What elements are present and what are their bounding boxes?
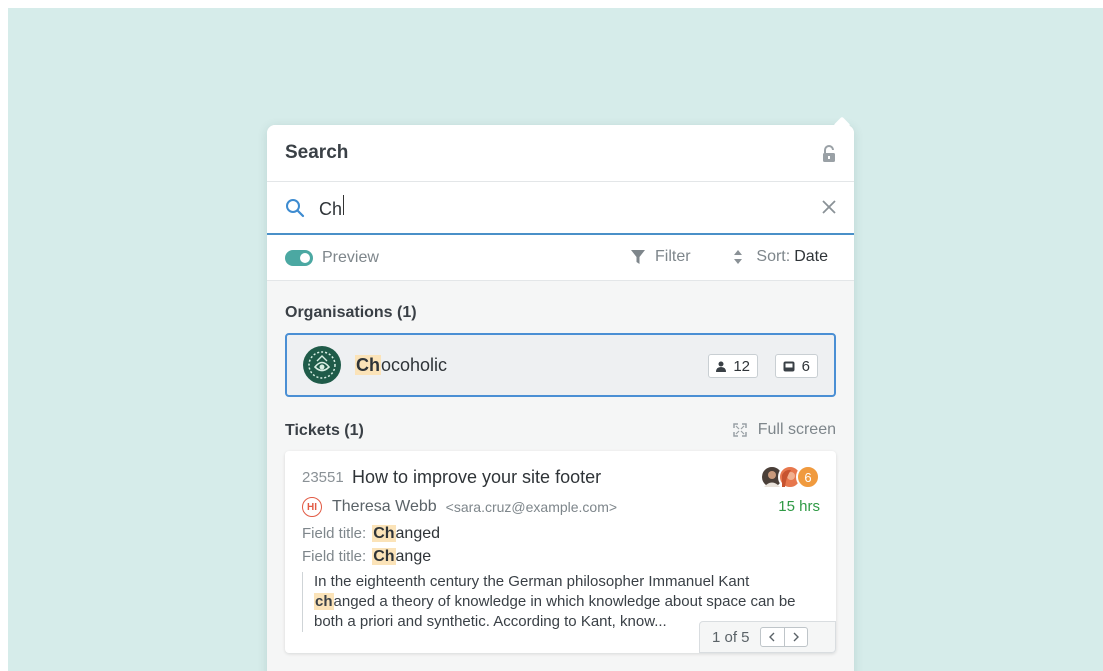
preview-label: Preview <box>322 248 379 266</box>
pager-buttons <box>759 627 808 647</box>
people-count-badge: 12 <box>708 354 758 378</box>
organisations-heading: Organisations (1) <box>285 304 417 321</box>
ticket-field-match: Field title: Change <box>302 548 431 566</box>
ticket-requester: HI Theresa Webb <sara.cruz@example.com> <box>302 497 617 517</box>
search-match-highlight: Ch <box>372 525 396 542</box>
chevron-right-icon <box>793 632 799 642</box>
funnel-icon <box>631 250 645 264</box>
people-count: 12 <box>733 357 750 375</box>
ticket-field-match: Field title: Changed <box>302 525 440 543</box>
search-input[interactable]: Ch <box>319 195 779 220</box>
field-label: Field title: <box>302 548 367 565</box>
leaf-emblem-icon <box>308 351 336 379</box>
extra-agents-count: 6 <box>796 465 820 489</box>
app-background: Search Ch Preview Filter Sort: Date Orga… <box>8 8 1103 671</box>
filter-button[interactable]: Filter <box>630 248 691 266</box>
sort-button[interactable]: Sort: Date <box>733 248 828 266</box>
agent-avatars: 6 <box>760 465 820 489</box>
ticket-id: 23551 <box>302 469 344 486</box>
text-caret <box>343 195 345 215</box>
close-icon[interactable] <box>822 200 836 214</box>
search-input-value: Ch <box>319 199 343 219</box>
full-screen-button[interactable]: Full screen <box>733 421 836 439</box>
sort-label: Sort: <box>756 248 791 265</box>
ticket-title: How to improve your site footer <box>352 467 602 487</box>
excerpt-line: changed a theory of knowledge in which k… <box>314 592 822 612</box>
ticket-age: 15 hrs <box>778 498 820 515</box>
organisation-name: Chocoholic <box>355 354 448 376</box>
sort-value: Date <box>794 248 828 265</box>
field-value-rest: anged <box>395 525 441 542</box>
previous-match-button[interactable] <box>761 628 784 646</box>
search-match-highlight: ch <box>314 593 334 610</box>
tickets-count: 6 <box>801 357 810 375</box>
person-icon <box>716 361 727 372</box>
sort-arrows-icon <box>734 250 743 264</box>
search-match-highlight: Ch <box>355 354 381 375</box>
chevron-left-icon <box>769 632 775 642</box>
match-pager: 1 of 5 <box>699 621 836 653</box>
excerpt-line: In the eighteenth century the German phi… <box>314 573 750 590</box>
field-label: Field title: <box>302 525 367 542</box>
next-match-button[interactable] <box>783 628 807 646</box>
ticket-result[interactable]: 23551 How to improve your site footer 6 <box>285 451 836 653</box>
search-icon <box>286 198 305 217</box>
search-bar: Ch <box>267 182 854 235</box>
panel-header: Search <box>267 125 854 182</box>
tickets-heading: Tickets (1) <box>285 422 364 439</box>
preview-toggle[interactable] <box>285 249 313 266</box>
organisation-logo <box>303 346 341 384</box>
expand-icon <box>733 423 747 437</box>
ticket-inbox-icon <box>783 361 795 371</box>
unlocked-padlock-icon[interactable] <box>820 144 838 164</box>
field-value-rest: ange <box>395 548 432 565</box>
requester-name: Theresa Webb <box>332 498 437 515</box>
full-screen-label: Full screen <box>757 421 836 438</box>
toggle-knob <box>300 252 310 263</box>
tickets-count-badge: 6 <box>774 354 818 378</box>
panel-title: Search <box>285 142 349 163</box>
requester-email: <sara.cruz@example.com> <box>445 499 618 515</box>
filter-label: Filter <box>655 248 691 265</box>
search-panel: Search Ch Preview Filter Sort: Date Orga… <box>267 116 854 671</box>
search-match-highlight: Ch <box>372 548 396 565</box>
search-toolbar: Preview Filter Sort: Date <box>267 235 854 281</box>
pager-position: 1 of 5 <box>712 628 750 646</box>
requester-initials: HI <box>302 497 322 517</box>
organisation-name-rest: ocoholic <box>381 354 448 375</box>
organisation-result[interactable]: Chocoholic 12 6 <box>285 333 836 397</box>
excerpt-line-rest: anged a theory of knowledge in which kno… <box>333 593 796 610</box>
